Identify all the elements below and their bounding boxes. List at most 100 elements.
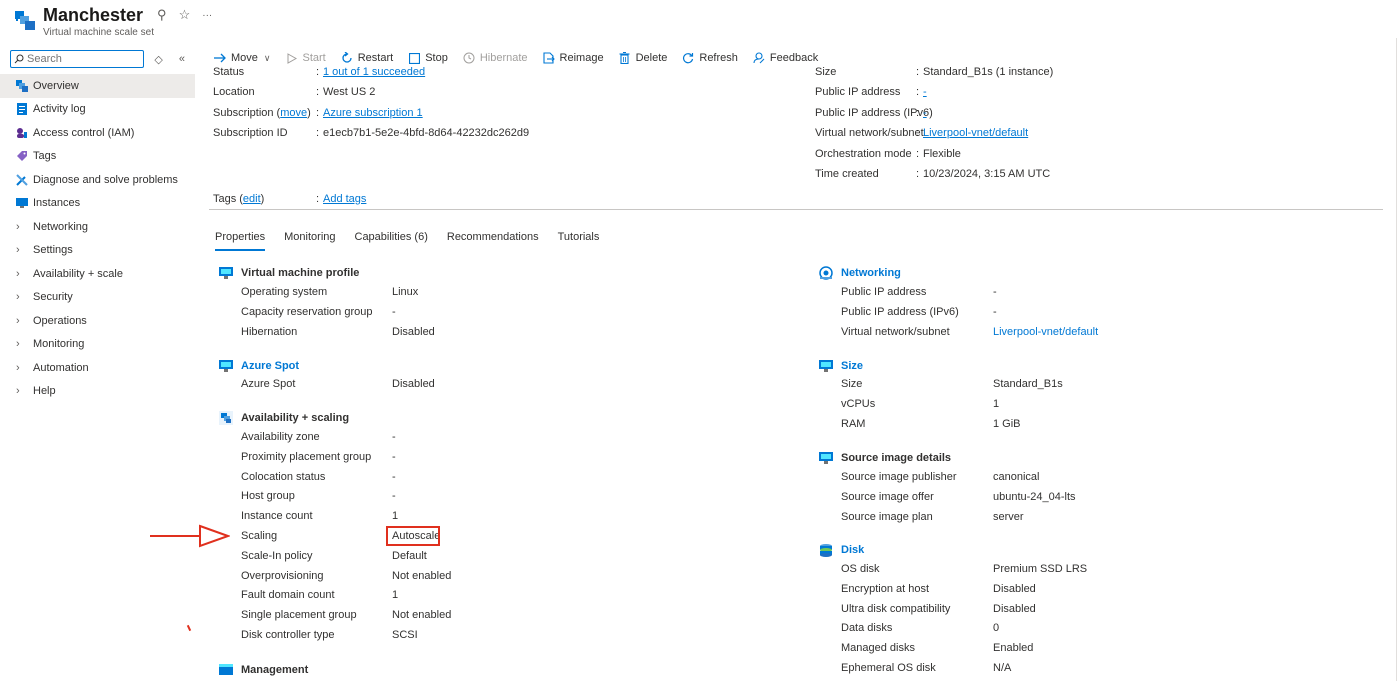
stop-button[interactable]: Stop	[407, 51, 448, 65]
property-value: N/A	[993, 662, 1012, 674]
property-value: Disabled	[392, 378, 435, 390]
feedback-button[interactable]: Feedback	[752, 51, 818, 65]
scrollbar[interactable]	[1396, 38, 1400, 681]
more-icon[interactable]: ···	[202, 10, 212, 21]
arrow-right-icon	[213, 51, 227, 65]
sidebar-item-label: Settings	[33, 244, 73, 257]
restart-icon	[340, 51, 354, 65]
page-title: Manchester	[43, 5, 144, 25]
sidebar-item-iam[interactable]: Access control (IAM)	[0, 121, 195, 145]
property-value: -	[392, 305, 396, 318]
section-title: Source image details	[841, 452, 952, 464]
property-value: Not enabled	[392, 609, 452, 622]
start-button[interactable]: Start	[285, 51, 326, 65]
property-value: -	[392, 490, 396, 503]
activity-log-icon	[15, 103, 28, 116]
page-header: Manchester ⚲ ☆ ··· Virtual machine scale…	[14, 4, 212, 40]
property-label: Fault domain count	[241, 589, 335, 602]
tab-recommendations[interactable]: Recommendations	[447, 231, 539, 251]
section-title: Availability + scaling	[241, 412, 350, 424]
star-icon[interactable]: ☆	[179, 7, 191, 23]
section-source-image: Source image details	[819, 451, 951, 465]
hibernate-button[interactable]: Hibernate	[462, 51, 528, 65]
sidebar-item-settings[interactable]: › Settings	[0, 239, 195, 263]
property-label: Overprovisioning	[241, 569, 324, 582]
subscription-id-label: Subscription ID	[213, 127, 288, 139]
chevron-right-icon: ›	[16, 291, 20, 304]
sidebar-item-activity-log[interactable]: Activity log	[0, 98, 195, 122]
reimage-icon	[542, 51, 556, 65]
section-title-link[interactable]: Disk	[841, 544, 864, 556]
network-icon	[819, 266, 833, 280]
sidebar: ◇ « Overview Activity log Access control…	[0, 48, 195, 403]
sidebar-item-label: Networking	[33, 220, 89, 233]
status-value-link[interactable]: 1 out of 1 succeeded	[323, 65, 425, 79]
public-ip-value[interactable]: -	[923, 85, 927, 99]
refresh-label: Refresh	[699, 52, 738, 64]
play-icon	[285, 51, 299, 65]
search-box[interactable]	[10, 50, 145, 68]
pin-icon[interactable]: ⚲	[157, 7, 167, 23]
sidebar-item-automation[interactable]: › Automation	[0, 356, 195, 380]
add-tags-link[interactable]: Add tags	[323, 192, 366, 206]
sidebar-item-label: Security	[33, 291, 73, 304]
section-title-link[interactable]: Size	[841, 360, 863, 372]
chevron-right-icon: ›	[16, 267, 20, 280]
sidebar-item-help[interactable]: › Help	[0, 380, 195, 404]
sidebar-item-overview[interactable]: Overview	[0, 74, 195, 98]
property-value: 1	[392, 589, 399, 602]
move-button[interactable]: Move ∨	[213, 51, 271, 65]
sidebar-item-availability-scale[interactable]: › Availability + scale	[0, 262, 195, 286]
section-title-link[interactable]: Azure Spot	[241, 360, 299, 372]
public-ipv6-value[interactable]: -	[923, 106, 927, 120]
command-bar: Move ∨ Start Restart Stop Hibernate Reim…	[213, 49, 832, 67]
orchestration-label: Orchestration mode	[815, 148, 912, 160]
colon: :	[916, 66, 920, 78]
subscription-move-link[interactable]: move	[280, 107, 307, 119]
chevron-right-icon: ›	[16, 244, 20, 257]
subscription-id-value: e1ecb7b1-5e2e-4bfd-8d64-42232dc262d9	[323, 127, 530, 139]
section-title-link[interactable]: Networking	[841, 267, 901, 279]
tab-bar: Properties Monitoring Capabilities (6) R…	[215, 231, 618, 251]
colon: :	[316, 66, 320, 78]
sidebar-item-operations[interactable]: › Operations	[0, 309, 195, 333]
sidebar-item-diagnose[interactable]: Diagnose and solve problems	[0, 168, 195, 192]
vnet-link[interactable]: Liverpool-vnet/default	[923, 126, 1028, 140]
tab-capabilities[interactable]: Capabilities (6)	[355, 231, 428, 251]
refresh-button[interactable]: Refresh	[681, 51, 738, 65]
tags-edit-link[interactable]: edit	[243, 193, 261, 205]
collapse-sidebar-icon[interactable]: «	[179, 53, 185, 66]
section-availability: Availability + scaling	[219, 411, 349, 425]
vm-icon	[819, 451, 833, 465]
filter-options-icon[interactable]: ◇	[154, 53, 162, 66]
property-label: Ephemeral OS disk	[841, 662, 936, 674]
orchestration-value: Flexible	[923, 148, 961, 160]
tab-tutorials[interactable]: Tutorials	[558, 231, 600, 251]
stop-label: Stop	[425, 52, 448, 64]
restart-button[interactable]: Restart	[340, 51, 393, 65]
sidebar-item-tags[interactable]: Tags	[0, 145, 195, 169]
property-value-link[interactable]: Liverpool-vnet/default	[993, 325, 1098, 339]
sidebar-item-monitoring[interactable]: › Monitoring	[0, 333, 195, 357]
sidebar-item-security[interactable]: › Security	[0, 286, 195, 310]
subscription-value-link[interactable]: Azure subscription 1	[323, 106, 423, 120]
vm-icon	[219, 359, 233, 373]
sidebar-item-networking[interactable]: › Networking	[0, 215, 195, 239]
sidebar-item-label: Operations	[33, 314, 87, 327]
reimage-button[interactable]: Reimage	[542, 51, 604, 65]
search-input[interactable]	[27, 53, 137, 65]
wrench-icon	[15, 173, 28, 186]
essentials-location: Location	[213, 85, 255, 99]
essentials-tags: Tags (edit)	[213, 192, 264, 206]
property-value: Disabled	[993, 602, 1036, 615]
vmss-icon	[15, 11, 35, 30]
delete-button[interactable]: Delete	[618, 51, 667, 65]
tab-monitoring[interactable]: Monitoring	[284, 231, 335, 251]
property-label: Source image publisher	[841, 471, 957, 483]
property-value: Disabled	[392, 325, 435, 338]
management-icon	[219, 663, 233, 677]
sidebar-item-instances[interactable]: Instances	[0, 192, 195, 216]
property-label: Disk controller type	[241, 629, 335, 641]
search-icon	[14, 54, 24, 64]
tab-properties[interactable]: Properties	[215, 231, 266, 251]
